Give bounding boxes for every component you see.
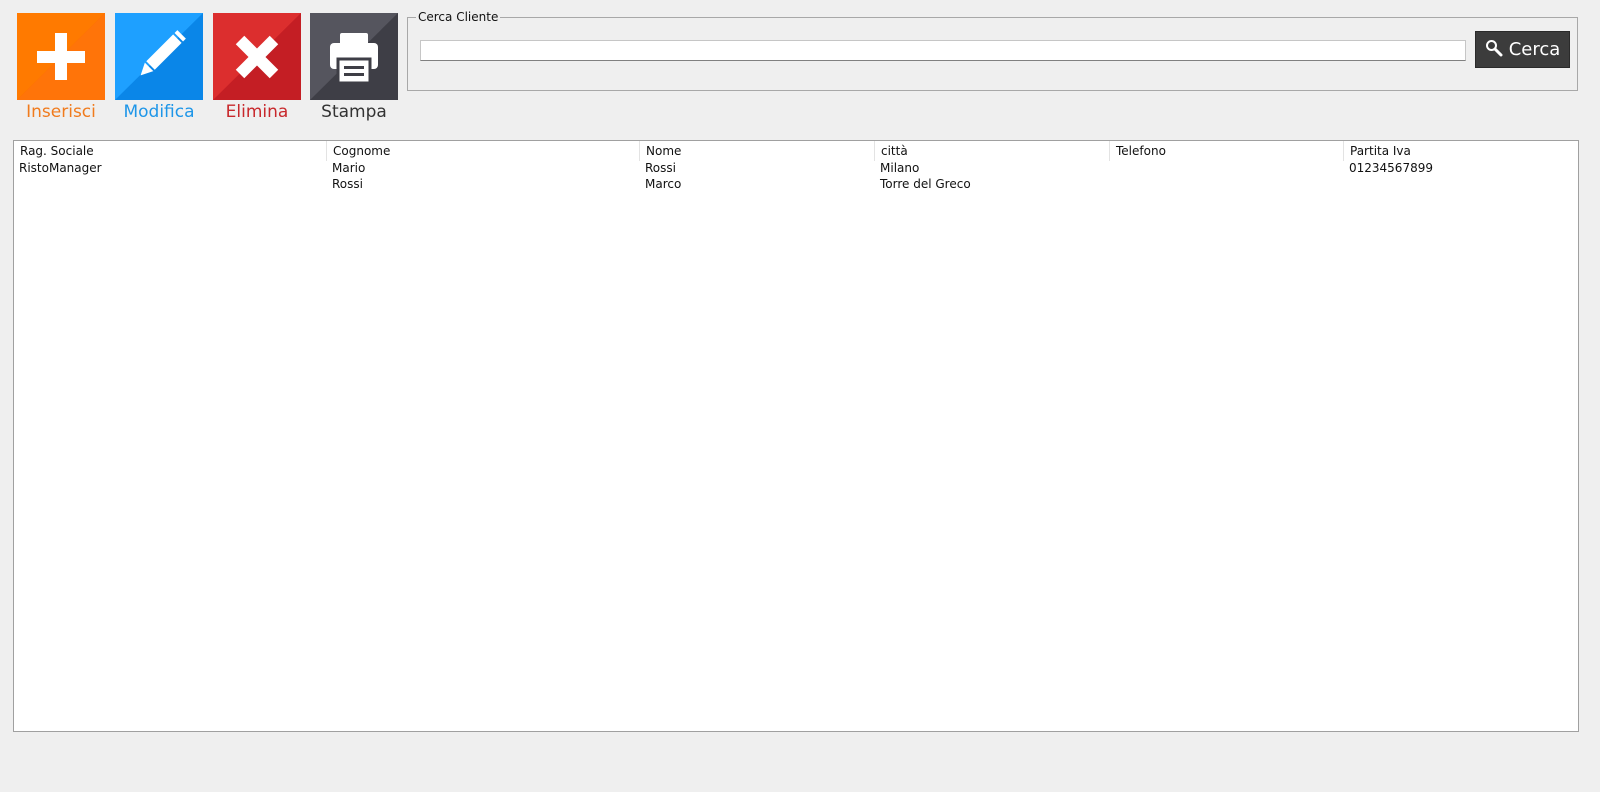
insert-label: Inserisci <box>26 102 96 122</box>
column-header-rag-sociale[interactable]: Rag. Sociale <box>14 141 327 161</box>
column-header-telefono[interactable]: Telefono <box>1110 141 1344 161</box>
search-group-label: Cerca Cliente <box>416 9 501 25</box>
search-customer-group: Cerca Cliente Cerca <box>407 9 1578 91</box>
column-header-cognome[interactable]: Cognome <box>327 141 640 161</box>
table-row[interactable]: Rossi Marco Torre del Greco <box>14 176 1578 192</box>
customers-window: Inserisci Modifica Elimina Stampa Cerca … <box>0 0 1600 792</box>
print-label: Stampa <box>321 102 387 122</box>
edit-button[interactable]: Modifica <box>115 13 203 128</box>
pencil-icon <box>115 13 203 100</box>
search-button-label: Cerca <box>1508 38 1561 60</box>
cell-cognome: Mario <box>332 161 366 175</box>
edit-label: Modifica <box>123 102 195 122</box>
search-button[interactable]: Cerca <box>1475 31 1570 68</box>
insert-button[interactable]: Inserisci <box>17 13 105 128</box>
table-header: Rag. Sociale Cognome Nome città Telefono… <box>14 141 1578 161</box>
plus-icon <box>17 13 105 100</box>
cell-partita-iva: 01234567899 <box>1349 161 1433 175</box>
cell-telefono <box>1110 176 1349 192</box>
cell-rag-sociale <box>14 176 332 192</box>
cell-rag-sociale: RistoManager <box>19 161 102 175</box>
cell-cognome: Rossi <box>332 177 363 191</box>
table-row[interactable]: RistoManager Mario Rossi Milano 01234567… <box>14 160 1578 176</box>
printer-icon <box>310 13 398 100</box>
cell-citta: Milano <box>880 161 920 175</box>
column-header-partita-iva[interactable]: Partita Iva <box>1344 141 1578 161</box>
customers-table[interactable]: Rag. Sociale Cognome Nome città Telefono… <box>13 140 1579 732</box>
cell-partita-iva <box>1344 176 1578 192</box>
search-input[interactable] <box>420 40 1466 61</box>
cell-nome: Rossi <box>645 161 676 175</box>
column-header-nome[interactable]: Nome <box>640 141 875 161</box>
cell-nome: Marco <box>645 177 682 191</box>
close-icon <box>213 13 301 100</box>
cell-citta: Torre del Greco <box>880 177 971 191</box>
search-icon <box>1485 39 1503 61</box>
column-header-citta[interactable]: città <box>875 141 1110 161</box>
cell-telefono <box>1110 160 1349 176</box>
delete-button[interactable]: Elimina <box>213 13 301 128</box>
print-button[interactable]: Stampa <box>310 13 398 128</box>
delete-label: Elimina <box>225 102 289 122</box>
